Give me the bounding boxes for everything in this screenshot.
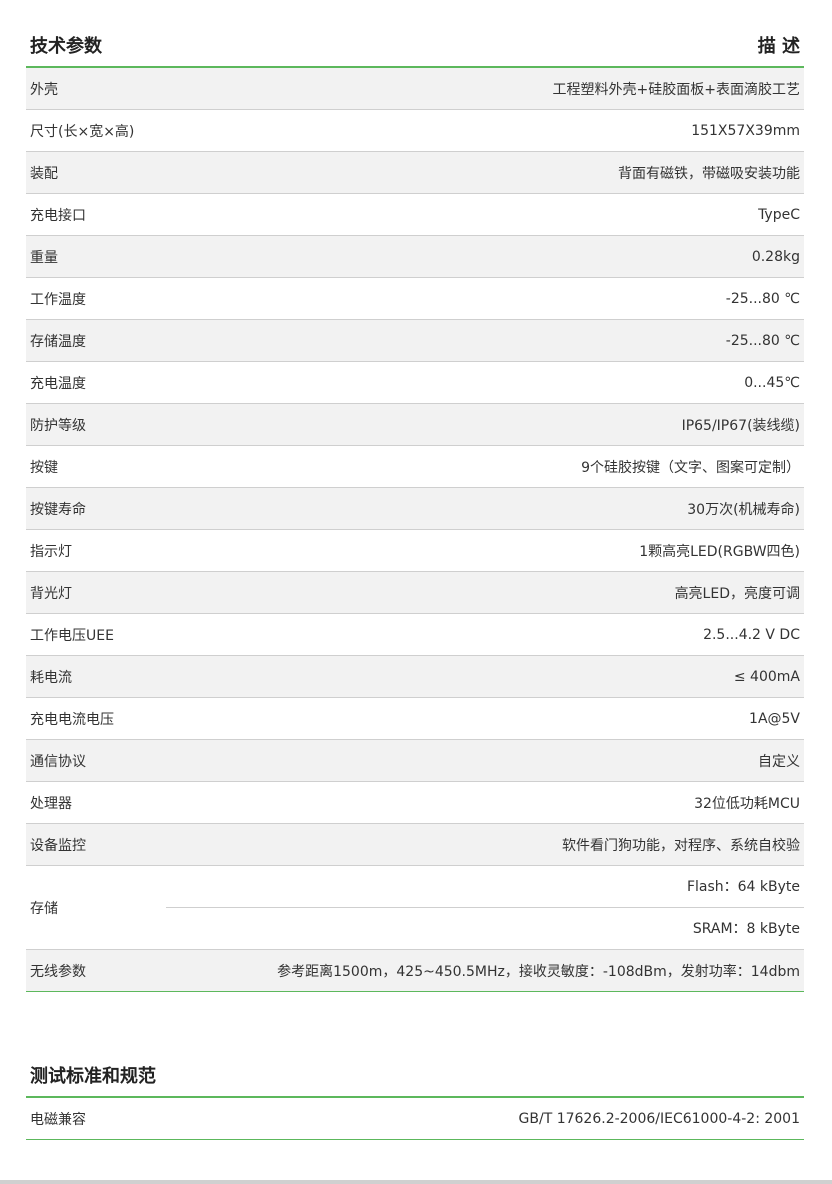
row-value: 0...45℃	[744, 374, 800, 391]
row-value: 软件看门狗功能，对程序、系统自校验	[562, 837, 800, 854]
row-value: 151X57X39mm	[691, 122, 800, 139]
spec-row-current: 耗电流 ≤ 400mA	[26, 656, 804, 698]
spec-row-indicator: 指示灯 1颗高亮LED(RGBW四色)	[26, 530, 804, 572]
row-value: 32位低功耗MCU	[694, 795, 800, 812]
row-value: GB/T 17626.2-2006/IEC61000-4-2: 2001	[518, 1110, 800, 1127]
spec-sheet: 技术参数 描 述 外壳 工程塑料外壳+硅胶面板+表面滴胶工艺 尺寸(长×宽×高)…	[26, 0, 804, 1140]
standards-table: 电磁兼容 GB/T 17626.2-2006/IEC61000-4-2: 200…	[26, 1098, 804, 1140]
storage-sram: SRAM：8 kByte	[692, 921, 800, 938]
spec-row-protocol: 通信协议 自定义	[26, 740, 804, 782]
spec-row-processor: 处理器 32位低功耗MCU	[26, 782, 804, 824]
spec-row-charge-current: 充电电流电压 1A@5V	[26, 698, 804, 740]
spec-row-shell: 外壳 工程塑料外壳+硅胶面板+表面滴胶工艺	[26, 68, 804, 110]
description-title: 描 述	[757, 36, 800, 57]
spec-row-charge-port: 充电接口 TypeC	[26, 194, 804, 236]
row-value: IP65/IP67(装线缆)	[681, 417, 800, 434]
row-label: 通信协议	[30, 753, 86, 770]
spec-row-wireless: 无线参数 参考距离1500m，425~450.5MHz，接收灵敏度：-108dB…	[26, 950, 804, 992]
spec-row-buttons: 按键 9个硅胶按键（文字、图案可定制）	[26, 446, 804, 488]
row-value: ≤ 400mA	[733, 668, 800, 685]
row-value: -25...80 ℃	[725, 290, 800, 307]
row-label: 按键	[30, 459, 58, 476]
row-value: 0.28kg	[751, 248, 800, 265]
row-label: 处理器	[30, 795, 72, 812]
page-bottom-border	[0, 1180, 832, 1184]
spec-row-protection: 防护等级 IP65/IP67(装线缆)	[26, 404, 804, 446]
row-value: 2.5...4.2 V DC	[703, 626, 800, 643]
row-label: 充电接口	[30, 207, 86, 224]
row-value: TypeC	[758, 206, 800, 223]
row-label: 充电电流电压	[30, 711, 114, 728]
standards-section-header: 测试标准和规范	[26, 1064, 804, 1098]
spec-row-voltage: 工作电压UEE 2.5...4.2 V DC	[26, 614, 804, 656]
spec-row-charge-temp: 充电温度 0...45℃	[26, 362, 804, 404]
row-value: 工程塑料外壳+硅胶面板+表面滴胶工艺	[552, 81, 800, 98]
standards-row-emc: 电磁兼容 GB/T 17626.2-2006/IEC61000-4-2: 200…	[26, 1098, 804, 1140]
row-label: 指示灯	[30, 543, 72, 560]
row-label: 存储	[30, 900, 58, 917]
row-label: 设备监控	[30, 837, 86, 854]
row-label: 装配	[30, 165, 58, 182]
row-label: 外壳	[30, 81, 58, 98]
row-value: 1颗高亮LED(RGBW四色)	[639, 543, 800, 560]
row-label: 工作电压UEE	[30, 627, 114, 644]
spec-row-dimensions: 尺寸(长×宽×高) 151X57X39mm	[26, 110, 804, 152]
row-label: 电磁兼容	[30, 1111, 86, 1128]
spec-row-weight: 重量 0.28kg	[26, 236, 804, 278]
spec-row-button-life: 按键寿命 30万次(机械寿命)	[26, 488, 804, 530]
row-label: 无线参数	[30, 963, 86, 980]
row-value: 30万次(机械寿命)	[687, 501, 800, 518]
standards-title: 测试标准和规范	[30, 1066, 156, 1087]
storage-values: Flash：64 kByte SRAM：8 kByte	[166, 866, 804, 949]
row-label: 背光灯	[30, 585, 72, 602]
spec-row-storage-temp: 存储温度 -25...80 ℃	[26, 320, 804, 362]
row-value: 自定义	[758, 753, 800, 770]
spec-row-mounting: 装配 背面有磁铁，带磁吸安装功能	[26, 152, 804, 194]
row-value: 9个硅胶按键（文字、图案可定制）	[581, 459, 800, 476]
spec-table: 外壳 工程塑料外壳+硅胶面板+表面滴胶工艺 尺寸(长×宽×高) 151X57X3…	[26, 68, 804, 992]
row-label: 防护等级	[30, 417, 86, 434]
row-value: 1A@5V	[749, 710, 800, 727]
row-label: 尺寸(长×宽×高)	[30, 123, 135, 140]
storage-flash: Flash：64 kByte	[166, 866, 804, 908]
spec-row-operating-temp: 工作温度 -25...80 ℃	[26, 278, 804, 320]
spec-row-monitoring: 设备监控 软件看门狗功能，对程序、系统自校验	[26, 824, 804, 866]
spec-section-header: 技术参数 描 述	[26, 34, 804, 68]
row-label: 按键寿命	[30, 501, 86, 518]
row-value: -25...80 ℃	[725, 332, 800, 349]
row-value: 背面有磁铁，带磁吸安装功能	[618, 165, 800, 182]
row-label: 重量	[30, 249, 58, 266]
spec-row-storage: 存储 Flash：64 kByte SRAM：8 kByte	[26, 866, 804, 950]
row-label: 耗电流	[30, 669, 72, 686]
row-label: 存储温度	[30, 333, 86, 350]
spec-row-backlight: 背光灯 高亮LED，亮度可调	[26, 572, 804, 614]
spec-title: 技术参数	[30, 36, 102, 57]
row-value: 参考距离1500m，425~450.5MHz，接收灵敏度：-108dBm，发射功…	[277, 963, 800, 980]
row-label: 工作温度	[30, 291, 86, 308]
row-label: 充电温度	[30, 375, 86, 392]
row-value: 高亮LED，亮度可调	[674, 585, 800, 602]
